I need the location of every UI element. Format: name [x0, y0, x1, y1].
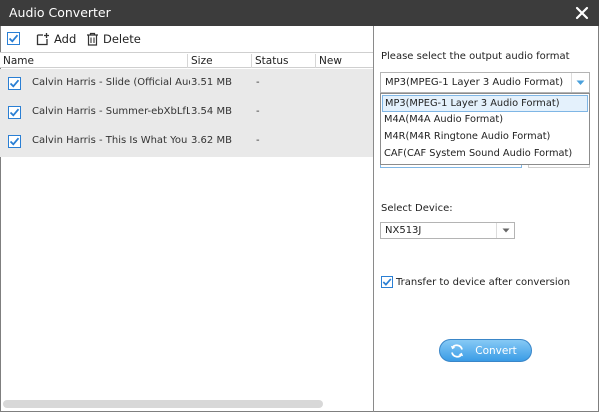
convert-button[interactable]: Convert — [439, 339, 532, 362]
file-size: 3.51 MB — [191, 77, 232, 88]
table-header: Name Size Status New Name — [0, 52, 373, 81]
trash-icon — [87, 32, 98, 46]
device-select[interactable]: NX513J — [380, 222, 515, 239]
panel-divider — [373, 26, 374, 412]
horizontal-scrollbar[interactable] — [3, 400, 323, 408]
format-option[interactable]: CAF(CAF System Sound Audio Format) — [382, 146, 588, 163]
chevron-down-icon[interactable] — [496, 223, 514, 238]
format-option[interactable]: M4R(M4R Ringtone Audio Format) — [382, 129, 588, 146]
delete-button-label: Delete — [103, 32, 141, 46]
close-icon[interactable] — [573, 4, 591, 22]
delete-button[interactable]: Delete — [86, 30, 141, 48]
column-header-size[interactable]: Size — [188, 54, 252, 68]
add-file-icon — [36, 33, 49, 46]
file-name: Calvin Harris - This Is What You Came ..… — [32, 135, 190, 146]
device-selected-value: NX513J — [385, 225, 422, 236]
format-dropdown-list: MP3(MPEG-1 Layer 3 Audio Format) M4A(M4A… — [380, 93, 590, 165]
title-bar: Audio Converter — [0, 0, 599, 26]
row-checkbox-icon[interactable] — [8, 77, 21, 90]
refresh-icon — [450, 344, 464, 358]
file-status: - — [256, 106, 260, 117]
column-header-new-name[interactable]: New Name — [316, 54, 373, 81]
table-row[interactable]: Calvin Harris - Slide (Official Audio) f… — [0, 69, 373, 98]
toolbar: Add Delete — [0, 27, 373, 51]
device-label: Select Device: — [381, 203, 453, 214]
add-button[interactable]: Add — [36, 30, 76, 48]
format-selected-value: MP3(MPEG-1 Layer 3 Audio Format) — [385, 77, 564, 88]
transfer-label: Transfer to device after conversion — [396, 277, 571, 288]
format-select[interactable]: MP3(MPEG-1 Layer 3 Audio Format) — [380, 72, 590, 93]
row-checkbox-icon[interactable] — [8, 106, 21, 119]
file-size: 3.54 MB — [191, 106, 232, 117]
format-prompt: Please select the output audio format — [381, 51, 570, 62]
select-all-checkbox-icon[interactable] — [7, 32, 20, 45]
format-option[interactable]: M4A(M4A Audio Format) — [382, 112, 588, 129]
file-status: - — [256, 77, 260, 88]
transfer-checkbox-icon[interactable] — [381, 276, 393, 288]
file-list: Calvin Harris - Slide (Official Audio) f… — [0, 69, 373, 157]
file-status: - — [256, 135, 260, 146]
table-row[interactable]: Calvin Harris - This Is What You Came ..… — [0, 127, 373, 156]
column-header-status[interactable]: Status — [252, 54, 316, 68]
file-size: 3.62 MB — [191, 135, 232, 146]
convert-button-label: Convert — [475, 345, 517, 357]
window-title: Audio Converter — [9, 5, 111, 20]
table-row[interactable]: Calvin Harris - Summer-ebXbLfLACG... 3.5… — [0, 98, 373, 127]
column-header-name[interactable]: Name — [0, 54, 188, 68]
format-option[interactable]: MP3(MPEG-1 Layer 3 Audio Format) — [382, 95, 588, 112]
file-name: Calvin Harris - Slide (Official Audio) f… — [32, 77, 190, 88]
chevron-down-icon[interactable] — [571, 73, 589, 92]
file-name: Calvin Harris - Summer-ebXbLfLACG... — [32, 106, 190, 117]
row-checkbox-icon[interactable] — [8, 135, 21, 148]
add-button-label: Add — [54, 32, 77, 46]
